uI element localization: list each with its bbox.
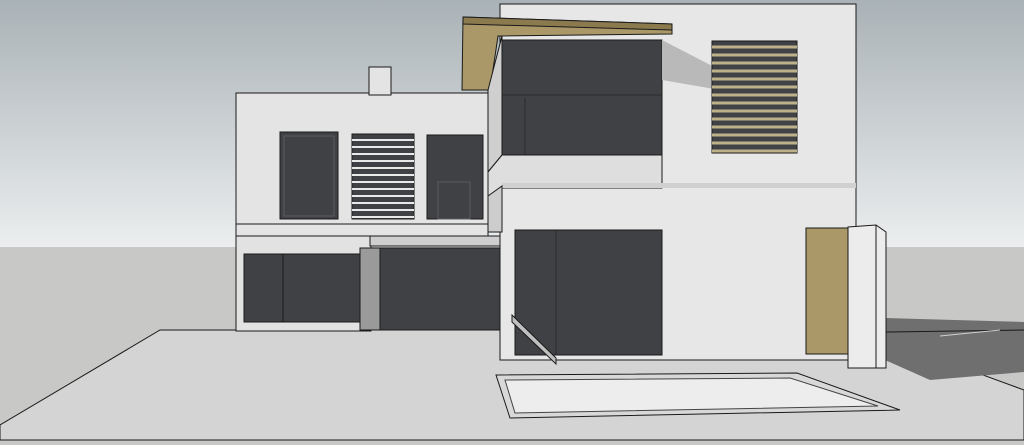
upper-glass-box: [501, 39, 663, 156]
left-lower-window: [243, 253, 363, 323]
upper-left-window: [279, 131, 339, 220]
entry-pier: [359, 247, 381, 331]
wood-door-panel: [805, 227, 849, 355]
house-render: [0, 0, 1024, 445]
fin-wall: [847, 224, 887, 369]
cantilever-face: [502, 183, 856, 188]
lower-big-window: [514, 229, 663, 356]
chimney: [368, 66, 392, 96]
upper-right-window: [426, 134, 484, 220]
